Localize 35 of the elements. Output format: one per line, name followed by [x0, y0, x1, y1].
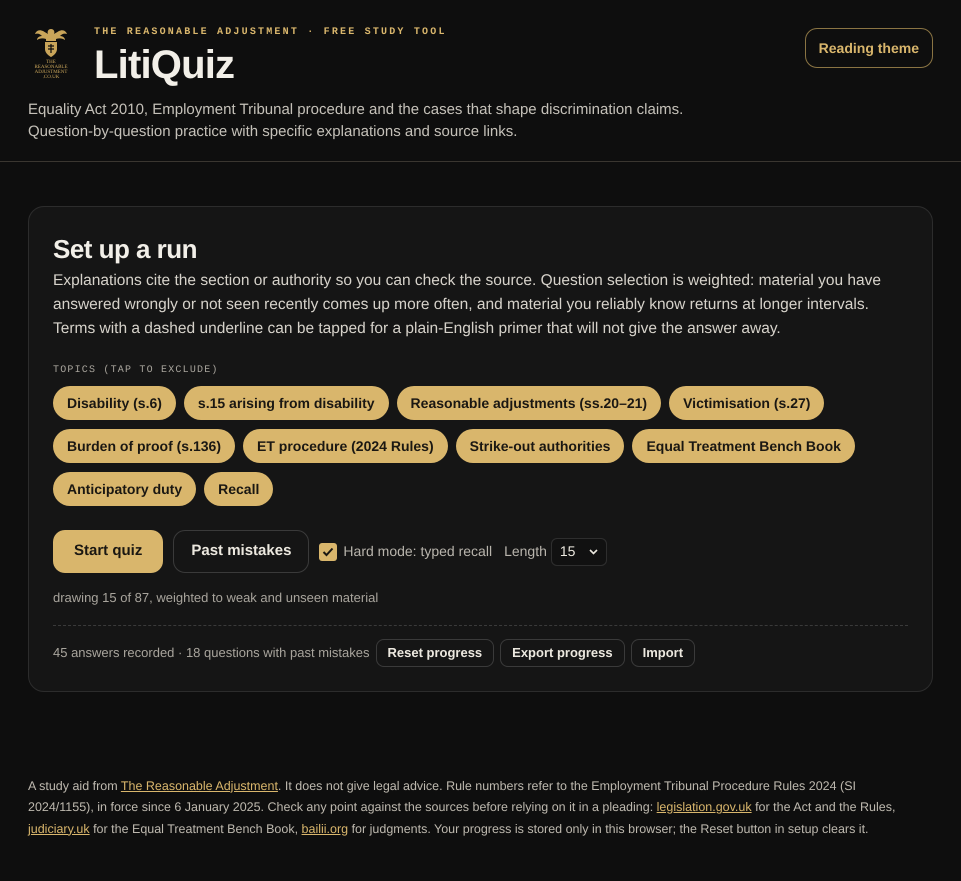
hard-mode-label: Hard mode: typed recall: [343, 542, 492, 561]
chevron-down-icon: [589, 548, 598, 554]
checkmark-icon: [322, 546, 334, 556]
app-description: Equality Act 2010, Employment Tribunal procedure and the cases that shape discrimination claims. Question-by-question practice with specific explanations and source links.: [28, 100, 684, 142]
footer-link[interactable]: The Reasonable Adjustment: [120, 778, 278, 792]
footer-link[interactable]: legislation.gov.uk: [656, 800, 752, 814]
hard-mode-checkbox[interactable]: [319, 542, 338, 560]
topic-chip[interactable]: ET procedure (2024 Rules): [243, 429, 448, 463]
length-label: Length: [504, 542, 547, 561]
topic-chip[interactable]: Equal Treatment Bench Book: [632, 429, 855, 463]
setup-intro: Explanations cite the section or authority so you can check the source. Question selection is weighted: material you have answered wrongly or not seen recently comes up more often, and material you reliably know returns at longer intervals. Terms with a dashed underline can be tapped for a plain-English primer that will not give the answer away.: [53, 271, 882, 339]
topic-chip[interactable]: Recall: [204, 472, 274, 506]
topic-chip[interactable]: s.15 arising from disability: [184, 386, 389, 420]
topic-chip[interactable]: Burden of proof (s.136): [53, 429, 236, 463]
progress-action-button[interactable]: Export progress: [500, 638, 625, 666]
progress-stats: 45 answers recorded · 18 questions with past mistakes: [53, 644, 370, 662]
selection-summary: drawing 15 of 87, weighted to weak and unseen material: [53, 589, 380, 607]
topics-label: TOPICS (TAP TO EXCLUDE): [53, 364, 220, 378]
footer-link[interactable]: judiciary.uk: [28, 822, 90, 836]
footer-link[interactable]: bailii.org: [302, 822, 348, 836]
footer-disclaimer: A study aid from The Reasonable Adjustment. It does not give legal advice. Rule numbers refer to the Employment Tribunal Procedure Rules 2024 (SI 2024/1155), in force since 6 January 2025. Check any point against the sources before relying on it in a pleading: legislation.gov.uk for the Act and the Rules, judiciary.uk for the Equal Treatment Bench Book, bailii.org for judgments. Your progress is stored only in this browser; the Reset button in setup clears it.: [28, 778, 896, 838]
past-mistakes-button[interactable]: Past mistakes: [173, 530, 310, 573]
topic-chip[interactable]: Anticipatory duty: [53, 472, 196, 506]
app-title: LitiQuiz: [94, 42, 236, 89]
progress-action-button[interactable]: Reset progress: [376, 638, 494, 666]
setup-title: Set up a run: [53, 233, 198, 265]
topic-chip[interactable]: Disability (s.6): [53, 386, 176, 420]
topic-chip[interactable]: Reasonable adjustments (ss.20–21): [396, 386, 662, 420]
topic-chip[interactable]: Strike-out authorities: [456, 429, 624, 463]
kicker-text: THE REASONABLE ADJUSTMENT · FREE STUDY TOOL: [94, 26, 447, 40]
topic-chip[interactable]: Victimisation (s.27): [669, 386, 824, 420]
progress-action-button[interactable]: Import: [630, 638, 696, 666]
length-select[interactable]: 15: [550, 538, 608, 566]
reading-theme-button[interactable]: Reading theme: [804, 28, 933, 68]
start-quiz-button[interactable]: Start quiz: [53, 530, 164, 573]
